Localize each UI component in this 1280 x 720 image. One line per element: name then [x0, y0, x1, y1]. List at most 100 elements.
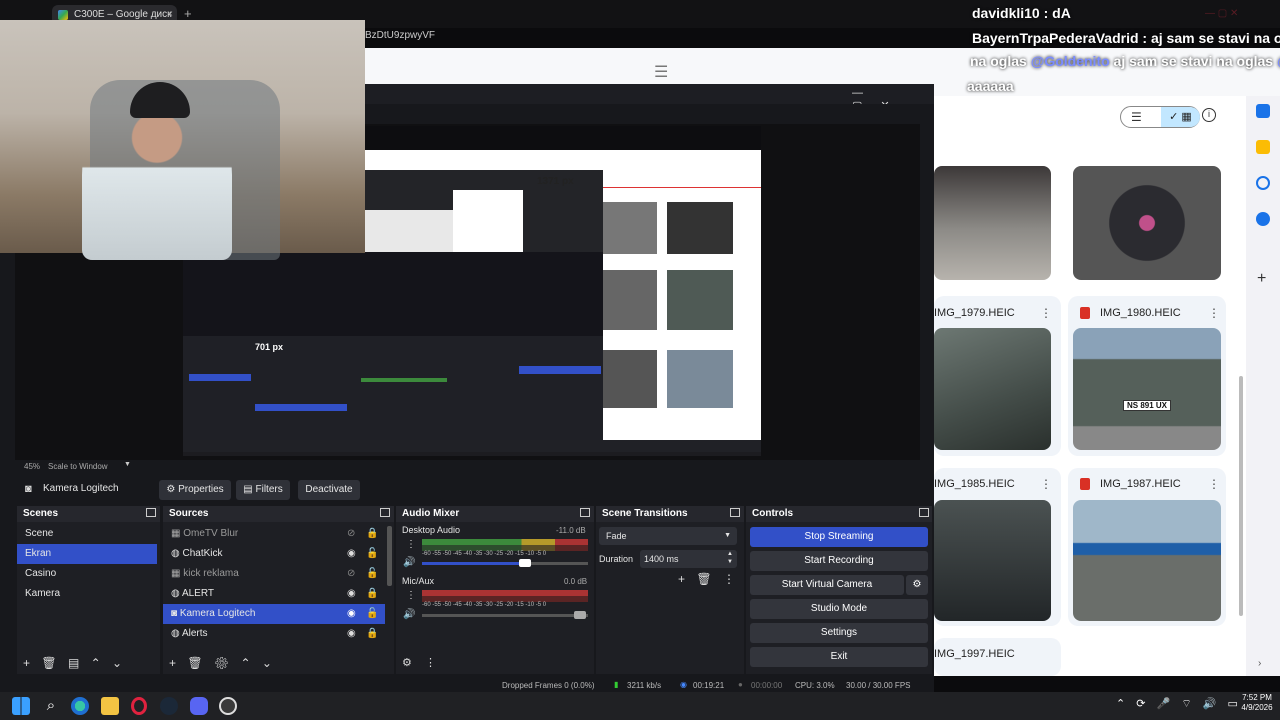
microphone-icon[interactable]: 🎤: [1157, 698, 1171, 710]
list-view-toggle[interactable]: ☰ ✓ ▦: [1120, 106, 1200, 128]
exit-button[interactable]: Exit: [750, 647, 928, 667]
dock-undock-icon[interactable]: [580, 508, 590, 517]
start-virtual-camera-button[interactable]: Start Virtual Camera: [750, 575, 904, 595]
file-card[interactable]: IMG_1980.HEIC ⋮ NS 891 UX: [1068, 296, 1226, 456]
scale-dropdown[interactable]: Scale to Window: [48, 462, 108, 471]
opera-gx-icon[interactable]: [131, 697, 147, 715]
file-thumbnail[interactable]: [1073, 166, 1221, 280]
eye-icon[interactable]: ◉: [347, 604, 356, 624]
add-transition-icon[interactable]: +: [678, 572, 685, 586]
contacts-icon[interactable]: [1256, 212, 1270, 226]
lock-icon[interactable]: 🔒: [366, 524, 378, 544]
file-thumbnail[interactable]: [934, 166, 1051, 280]
file-card[interactable]: IMG_1987.HEIC ⋮: [1068, 468, 1226, 626]
eye-icon[interactable]: ◉: [347, 584, 356, 604]
eye-icon[interactable]: ◉: [347, 544, 356, 564]
more-options-icon[interactable]: ⋮: [1040, 477, 1052, 491]
filters-button[interactable]: ▤ Filters: [236, 480, 290, 500]
properties-button[interactable]: ⚙ Properties: [159, 480, 231, 500]
file-card[interactable]: IMG_1997.HEIC: [934, 638, 1061, 676]
wifi-icon[interactable]: ⌔: [1181, 698, 1191, 710]
source-item[interactable]: ▦ kick reklama ⊘ 🔓: [163, 564, 385, 584]
lock-icon[interactable]: 🔒: [366, 624, 378, 644]
obs-icon[interactable]: [219, 697, 237, 715]
chevron-down-icon[interactable]: ▼: [124, 461, 131, 468]
advanced-audio-icon[interactable]: ⚙: [402, 657, 412, 669]
source-item[interactable]: ◍ ChatKick ◉ 🔓: [163, 544, 385, 564]
move-down-icon[interactable]: ⌄: [112, 656, 122, 670]
new-tab-button[interactable]: +: [184, 6, 192, 21]
steam-icon[interactable]: [160, 697, 178, 715]
virtual-camera-settings-button[interactable]: ⚙: [906, 575, 928, 595]
scene-item[interactable]: Casino: [17, 564, 160, 584]
tasks-icon[interactable]: [1256, 176, 1270, 190]
chevron-up-icon[interactable]: ⌃: [1116, 698, 1125, 710]
stepper-icon[interactable]: ▲ ▼: [727, 550, 733, 566]
grid-view-icon[interactable]: ✓ ▦: [1161, 107, 1200, 127]
deactivate-button[interactable]: Deactivate: [298, 480, 360, 500]
more-options-icon[interactable]: ⋮: [1208, 477, 1220, 491]
add-scene-icon[interactable]: +: [23, 656, 30, 670]
move-up-icon[interactable]: ⌃: [91, 656, 101, 670]
add-addon-icon[interactable]: +: [1257, 270, 1266, 288]
calendar-icon[interactable]: [1256, 104, 1270, 118]
lock-icon[interactable]: 🔒: [366, 584, 378, 604]
kebab-menu-icon[interactable]: ⋮: [406, 590, 416, 601]
kebab-menu-icon[interactable]: ⋮: [406, 539, 416, 550]
keep-icon[interactable]: [1256, 140, 1270, 154]
volume-slider[interactable]: [422, 611, 588, 619]
eye-hidden-icon[interactable]: ⊘: [347, 564, 355, 584]
add-source-icon[interactable]: +: [169, 656, 176, 670]
dock-undock-icon[interactable]: [730, 508, 740, 517]
volume-slider-handle[interactable]: [519, 559, 531, 567]
studio-mode-button[interactable]: Studio Mode: [750, 599, 928, 619]
source-item[interactable]: ◍ Alerts ◉ 🔒: [163, 624, 385, 644]
expand-panel-icon[interactable]: ›: [1258, 658, 1261, 669]
more-options-icon[interactable]: ⋮: [1040, 306, 1052, 320]
source-item[interactable]: ▦ OmeTV Blur ⊘ 🔒: [163, 524, 385, 544]
discord-icon[interactable]: [190, 697, 208, 715]
source-item[interactable]: ◍ ALERT ◉ 🔒: [163, 584, 385, 604]
scene-item[interactable]: Kamera: [17, 584, 160, 604]
dock-undock-icon[interactable]: [146, 508, 156, 517]
source-properties-icon[interactable]: ⚙: [214, 656, 229, 670]
scene-filters-icon[interactable]: ▤: [68, 656, 79, 670]
scrollbar[interactable]: [1239, 376, 1243, 616]
source-item[interactable]: ◙ Kamera Logitech ◉ 🔓: [163, 604, 385, 624]
kebab-menu-icon[interactable]: ⋮: [425, 657, 436, 669]
stop-streaming-button[interactable]: Stop Streaming: [750, 527, 928, 547]
transition-select[interactable]: Fade ▼: [599, 527, 737, 545]
sync-icon[interactable]: ⟳: [1136, 698, 1145, 710]
remove-transition-icon[interactable]: 🗑: [696, 572, 711, 586]
file-card[interactable]: IMG_1979.HEIC ⋮: [934, 296, 1061, 456]
dock-undock-icon[interactable]: [919, 508, 929, 517]
search-icon[interactable]: ⌕: [42, 697, 60, 715]
remove-source-icon[interactable]: 🗑: [187, 656, 202, 670]
volume-slider[interactable]: [422, 559, 588, 567]
file-card[interactable]: IMG_1985.HEIC ⋮: [934, 468, 1061, 626]
settings-button[interactable]: Settings: [750, 623, 928, 643]
file-explorer-icon[interactable]: [101, 697, 119, 715]
unlock-icon[interactable]: 🔓: [366, 564, 378, 584]
unlock-icon[interactable]: 🔓: [366, 604, 378, 624]
start-recording-button[interactable]: Start Recording: [750, 551, 928, 571]
eye-icon[interactable]: ◉: [347, 624, 356, 644]
edge-icon[interactable]: [71, 697, 89, 715]
volume-slider-handle[interactable]: [574, 611, 586, 619]
duration-input[interactable]: 1400 ms ▲ ▼: [640, 550, 737, 568]
scene-item[interactable]: Ekran: [17, 544, 157, 564]
remove-scene-icon[interactable]: 🗑: [41, 656, 56, 670]
list-view-icon[interactable]: ☰: [1131, 110, 1142, 124]
scene-item[interactable]: Scene: [17, 524, 160, 544]
scrollbar[interactable]: [387, 526, 392, 586]
speaker-icon[interactable]: 🔊: [403, 609, 415, 620]
dock-undock-icon[interactable]: [380, 508, 390, 517]
kebab-menu-icon[interactable]: ⋮: [723, 572, 735, 586]
unlock-icon[interactable]: 🔓: [366, 544, 378, 564]
move-down-icon[interactable]: ⌄: [262, 656, 272, 670]
more-options-icon[interactable]: ⋮: [1208, 306, 1220, 320]
filter-sliders-icon[interactable]: ☰: [654, 62, 668, 82]
clock[interactable]: 7:52 PM 4/9/2026: [1236, 693, 1278, 713]
volume-icon[interactable]: 🔊: [1203, 698, 1217, 710]
eye-hidden-icon[interactable]: ⊘: [347, 524, 355, 544]
